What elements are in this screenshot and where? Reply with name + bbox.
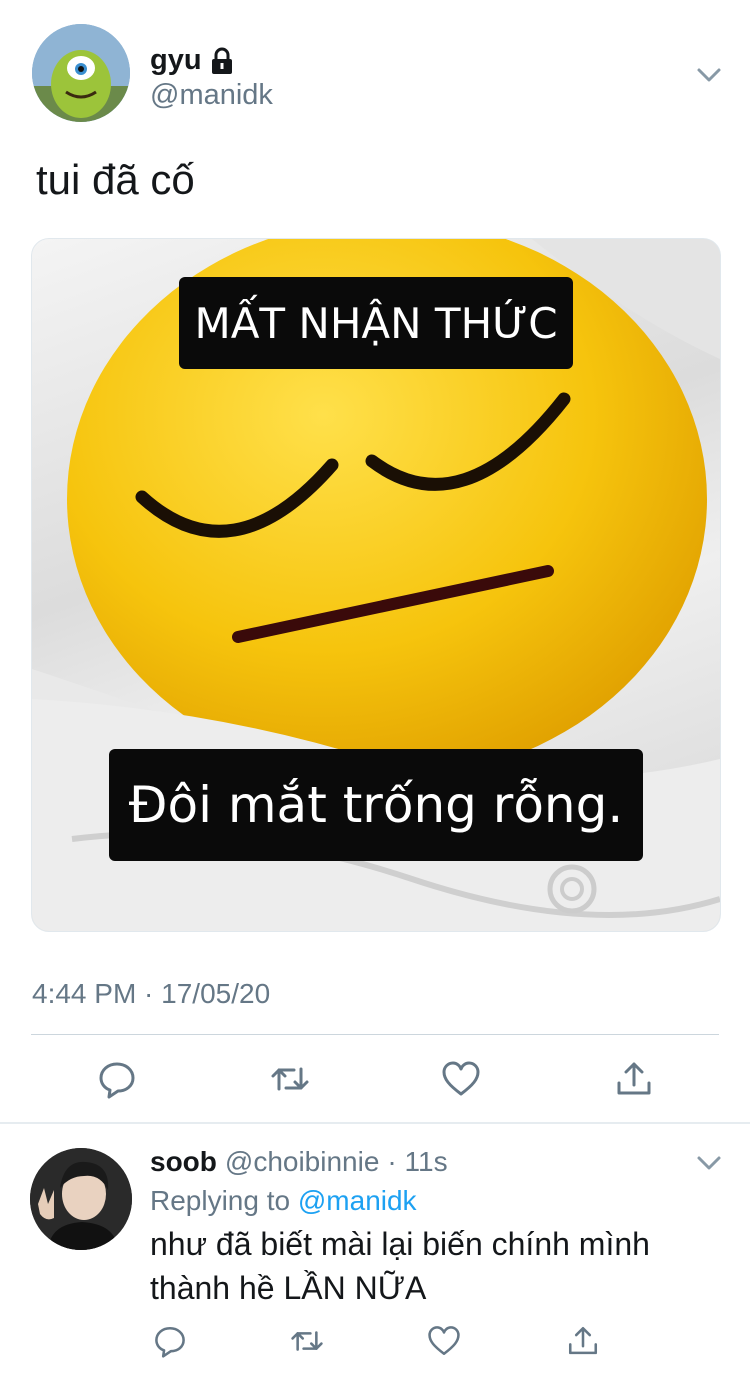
image-bottom-caption: Đôi mắt trống rỗng.: [109, 749, 643, 861]
author-avatar[interactable]: [32, 24, 130, 122]
replying-prefix: Replying to: [150, 1185, 291, 1216]
replying-to: Replying to @manidk: [150, 1185, 417, 1217]
retweet-icon: [290, 1324, 324, 1358]
reply-author-avatar[interactable]: [30, 1148, 132, 1250]
retweet-icon: [270, 1059, 310, 1099]
reply-retweet-button[interactable]: [285, 1319, 329, 1363]
tweet-image[interactable]: MẤT NHẬN THỨC Đôi mắt trống rỗng.: [31, 238, 721, 932]
reply-author-name[interactable]: soob: [150, 1146, 217, 1178]
share-button[interactable]: [612, 1057, 656, 1101]
chevron-down-icon[interactable]: [696, 62, 722, 88]
reply-icon: [153, 1324, 187, 1358]
divider: [31, 1034, 719, 1035]
author-handle[interactable]: @manidk: [150, 79, 273, 112]
reply-button[interactable]: [95, 1057, 139, 1101]
reply-reply-button[interactable]: [148, 1319, 192, 1363]
reply-like-button[interactable]: [422, 1319, 466, 1363]
author-name[interactable]: gyu: [150, 44, 202, 77]
replying-to-mention[interactable]: @manidk: [298, 1185, 417, 1216]
section-divider: [0, 1122, 750, 1124]
like-icon: [441, 1059, 481, 1099]
reply-age: · 11s: [387, 1146, 448, 1177]
reply-text: như đã biết mài lại biến chính mình thàn…: [150, 1226, 650, 1306]
reply-share-button[interactable]: [561, 1319, 605, 1363]
share-icon: [566, 1324, 600, 1358]
tweet-text: tui đã cố: [36, 156, 195, 203]
share-icon: [614, 1059, 654, 1099]
reply-author-handle[interactable]: @choibinnie: [225, 1146, 380, 1178]
image-top-caption: MẤT NHẬN THỨC: [179, 277, 573, 369]
lock-icon: [210, 47, 234, 75]
like-icon: [427, 1324, 461, 1358]
reply-icon: [97, 1059, 137, 1099]
like-button[interactable]: [439, 1057, 483, 1101]
reply-chevron-down-icon[interactable]: [696, 1150, 722, 1176]
retweet-button[interactable]: [268, 1057, 312, 1101]
tweet-timestamp[interactable]: 4:44 PM · 17/05/20: [32, 978, 270, 1010]
